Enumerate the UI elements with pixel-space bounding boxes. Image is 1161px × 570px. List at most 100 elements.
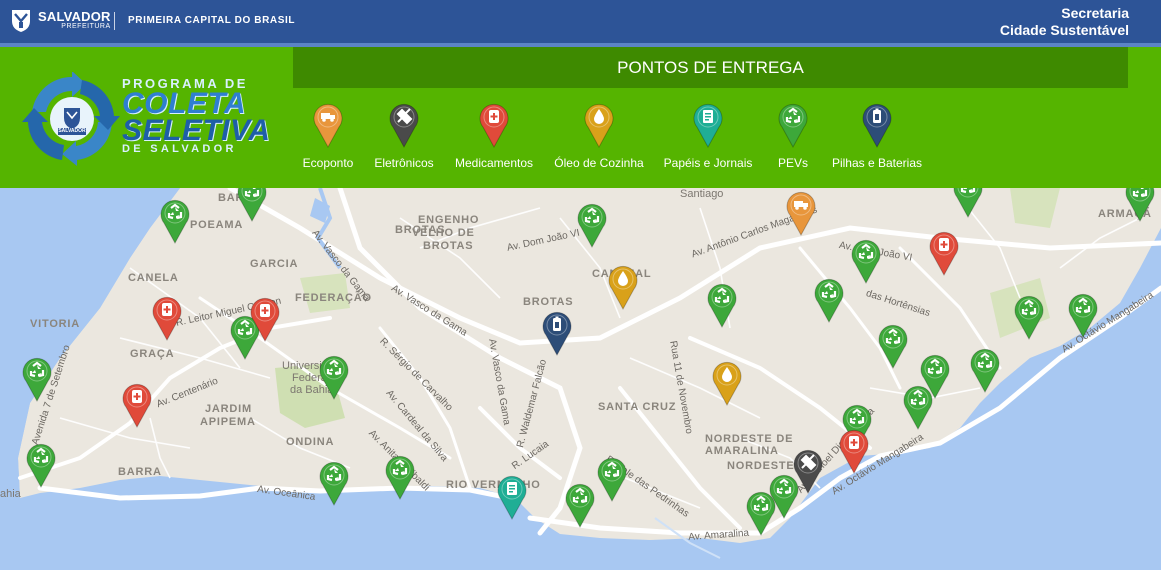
map-marker-pevs[interactable] xyxy=(813,277,845,324)
recycle-icon xyxy=(564,483,596,532)
label-ondina: ONDINA xyxy=(286,436,335,448)
label-jardim-1: JARDIM xyxy=(205,403,252,415)
recycle-icon xyxy=(21,357,53,406)
map-marker-pevs[interactable] xyxy=(902,384,934,431)
tagline: PRIMEIRA CAPITAL DO BRASIL xyxy=(128,15,296,26)
map-marker-papeis[interactable] xyxy=(496,474,528,521)
map-marker-eletronicos[interactable] xyxy=(792,448,824,495)
map-marker-pevs[interactable] xyxy=(318,354,350,401)
recycle-icon xyxy=(877,324,909,373)
map-marker-pevs[interactable] xyxy=(564,482,596,529)
label-vitoria: VITORIA xyxy=(30,318,81,330)
map-marker-pevs[interactable] xyxy=(850,238,882,285)
map-marker-pevs[interactable] xyxy=(318,460,350,507)
coleta-seletiva-logo[interactable]: SALVADOR PROGRAMA DE COLETA SELETIVA DE … xyxy=(22,72,270,167)
map-marker-pevs[interactable] xyxy=(236,188,268,223)
label-jardim-2: APIPEMA xyxy=(200,416,256,428)
map-marker-pevs[interactable] xyxy=(21,356,53,403)
program-line3: SELETIVA xyxy=(122,114,271,147)
map-marker-medicamentos[interactable] xyxy=(121,382,153,429)
map-marker-pevs[interactable] xyxy=(576,202,608,249)
label-garcia: GARCIA xyxy=(250,258,299,270)
program-title: PROGRAMA DE COLETA SELETIVA DE SALVADOR xyxy=(122,77,270,155)
map-marker-oleo[interactable] xyxy=(711,360,743,407)
map-marker-medicamentos[interactable] xyxy=(928,230,960,277)
map-marker-oleo[interactable] xyxy=(607,264,639,311)
map-marker-pevs[interactable] xyxy=(1013,294,1045,341)
label-engenho-1: ENGENHO xyxy=(418,214,480,226)
category-label: Medicamentos xyxy=(454,156,534,170)
recycle-icon xyxy=(236,188,268,226)
battery-icon xyxy=(541,311,573,360)
map-marker-pilhas[interactable] xyxy=(541,310,573,357)
label-barra: BARRA xyxy=(118,466,162,478)
plug-icon xyxy=(792,449,824,498)
prefeitura-logo[interactable]: SALVADOR PREFEITURA xyxy=(10,7,111,33)
map-marker-ecoponto[interactable] xyxy=(785,190,817,237)
map-marker-pevs[interactable] xyxy=(952,188,984,219)
label-engenho-2: VELHO DE xyxy=(412,227,475,239)
map-marker-medicamentos[interactable] xyxy=(249,296,281,343)
oil-drop-icon xyxy=(711,361,743,410)
program-line2: COLETA xyxy=(122,87,247,120)
medicine-icon xyxy=(249,297,281,346)
category-label: Óleo de Cozinha xyxy=(554,156,644,170)
medicine-icon xyxy=(434,102,554,148)
program-header: SALVADOR PROGRAMA DE COLETA SELETIVA DE … xyxy=(0,47,1161,188)
label-nordeste-2: AMARALINA xyxy=(705,445,779,457)
secretaria-title: Secretaria Cidade Sustentável xyxy=(1000,5,1129,39)
label-engenho-3: BROTAS xyxy=(423,240,474,252)
map-marker-pevs[interactable] xyxy=(25,442,57,489)
recycle-icon xyxy=(159,199,191,248)
recycle-icon xyxy=(813,278,845,327)
map-marker-pevs[interactable] xyxy=(877,323,909,370)
label-canela: CANELA xyxy=(128,272,179,284)
oil-drop-icon xyxy=(539,102,659,148)
category-legend: Ecoponto Eletrônicos Medicamentos Óleo de C… xyxy=(293,102,938,177)
map-marker-pevs[interactable] xyxy=(969,347,1001,394)
label-nordeste-1: NORDESTE DE xyxy=(705,433,794,445)
recycle-icon xyxy=(318,461,350,510)
map-marker-medicamentos[interactable] xyxy=(838,428,870,475)
recycle-icon xyxy=(1124,188,1156,226)
recycle-icon xyxy=(952,188,984,222)
label-nordeste-3: NORDESTE xyxy=(727,460,795,472)
category-medicamentos[interactable]: Medicamentos xyxy=(434,102,554,170)
divider xyxy=(114,12,115,30)
category-pilhas[interactable]: Pilhas e Baterias xyxy=(817,102,937,170)
recycle-arrows-icon xyxy=(22,72,120,166)
logo-badge-text: SALVADOR xyxy=(58,128,86,134)
label-brotas-2: BROTAS xyxy=(523,296,574,308)
recycle-icon xyxy=(318,355,350,404)
secretaria-line1: Secretaria xyxy=(1061,5,1129,21)
map-marker-pevs[interactable] xyxy=(596,456,628,503)
recycle-icon xyxy=(706,283,738,332)
map-marker-pevs[interactable] xyxy=(706,282,738,329)
top-bar: SALVADOR PREFEITURA PRIMEIRA CAPITAL DO … xyxy=(0,0,1161,43)
map-marker-pevs[interactable] xyxy=(745,490,777,537)
recycle-icon xyxy=(1013,295,1045,344)
recycle-icon xyxy=(969,348,1001,397)
recycle-icon xyxy=(850,239,882,288)
map-marker-pevs[interactable] xyxy=(159,198,191,245)
city-crest-icon xyxy=(12,10,30,32)
map-marker-pevs[interactable] xyxy=(384,454,416,501)
recycle-icon xyxy=(384,455,416,504)
medicine-icon xyxy=(928,231,960,280)
pontos-de-entrega-title: PONTOS DE ENTREGA xyxy=(293,47,1128,88)
recycle-icon xyxy=(745,491,777,540)
label-santiago: Santiago xyxy=(680,188,724,200)
battery-icon xyxy=(817,102,937,148)
map-marker-pevs[interactable] xyxy=(1124,188,1156,223)
map-marker-medicamentos[interactable] xyxy=(151,295,183,342)
map-view[interactable]: VITORIA GRAÇA CANELA GARCIA FEDERAÇÃO BR… xyxy=(0,188,1161,570)
medicine-icon xyxy=(151,296,183,345)
truck-icon xyxy=(785,191,817,240)
recycle-icon xyxy=(229,315,261,364)
logo-main-text: SALVADOR xyxy=(38,9,111,24)
map-marker-pevs[interactable] xyxy=(1067,292,1099,339)
logo-sub-text: PREFEITURA xyxy=(61,23,111,30)
recycle-icon xyxy=(596,457,628,506)
category-oleo[interactable]: Óleo de Cozinha xyxy=(539,102,659,170)
category-label: Pilhas e Baterias xyxy=(831,156,923,170)
